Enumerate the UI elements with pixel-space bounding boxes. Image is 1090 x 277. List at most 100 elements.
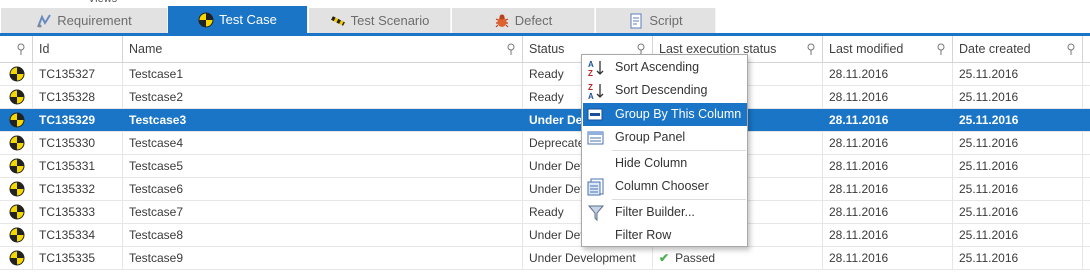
table-row[interactable]: TC135333 Testcase7 Ready 28.11.2016 25.11.20… [0,201,1090,224]
cell-text: 28.11.2016 [829,159,889,173]
cell-name: Testcase4 [123,132,523,154]
pin-icon [937,43,945,55]
cell-created: 25.11.2016 [953,63,1083,85]
menu-item-sort-descending[interactable]: Z A Sort Descending [583,79,747,102]
cell-text: Testcase7 [129,205,184,219]
cell-text: TC135330 [39,136,96,150]
cell-text: 25.11.2016 [959,136,1019,150]
column-header-name[interactable]: Name [123,36,523,62]
test-scenario-icon [330,13,346,29]
row-icon-cell [0,132,33,154]
menu-item-group-by-this-column[interactable]: Group By This Column [583,103,747,126]
cell-created: 25.11.2016 [953,247,1083,269]
column-header-last-modified[interactable]: Last modified [823,36,953,62]
pin-icon [17,43,25,55]
cell-modified: 28.11.2016 [823,155,953,177]
cell-id: TC135332 [33,178,123,200]
cell-text: Testcase5 [129,159,184,173]
test-case-icon [9,204,25,220]
cell-name: Testcase9 [123,247,523,269]
cell-text: Under Dev [529,228,587,242]
column-chooser-icon [587,178,604,196]
menu-item-filter-builder[interactable]: Filter Builder... [583,201,747,224]
cell-text: Testcase2 [129,90,184,104]
cell-id: TC135333 [33,201,123,223]
cell-text: Under Dev [529,159,587,173]
cell-text: Ready [529,90,564,104]
cell-text: 25.11.2016 [959,159,1019,173]
menu-item-filter-row[interactable]: Filter Row [583,224,747,247]
cell-created: 25.11.2016 [953,178,1083,200]
cell-id: TC135330 [33,132,123,154]
test-case-icon [9,158,25,174]
cell-id: TC135335 [33,247,123,269]
cell-name: Testcase6 [123,178,523,200]
menu-item-label: Filter Row [615,228,672,242]
menu-item-hide-column[interactable]: Hide Column [583,152,747,175]
cell-id: TC135327 [33,63,123,85]
group-panel-icon [587,131,604,145]
menu-item-label: Group By This Column [615,107,742,121]
column-header-label: Name [129,42,163,56]
cell-name: Testcase2 [123,86,523,108]
table-row[interactable]: TC135330 Testcase4 Deprecate 28.11.2016 25.1… [0,132,1090,155]
row-icon-cell [0,224,33,246]
menu-item-label: Column Chooser [615,179,709,193]
row-icon-cell [0,155,33,177]
tab-test-scenario[interactable]: Test Scenario [309,8,451,33]
tab-requirement[interactable]: Requirement [1,8,168,33]
cell-text: Testcase1 [129,67,184,81]
cell-name: Testcase3 [123,109,523,131]
test-case-icon [198,12,214,28]
cell-text: 28.11.2016 [829,182,889,196]
menu-item-group-panel[interactable]: Group Panel [583,126,747,149]
table-row[interactable]: TC135331 Testcase5 Under Dev 28.11.2016 25.1… [0,155,1090,178]
cell-modified: 28.11.2016 [823,247,953,269]
tab-test-case[interactable]: Test Case [168,6,308,33]
row-icon-cell [0,109,33,131]
menu-item-label: Sort Descending [615,83,708,97]
column-header-label: Status [529,42,565,56]
script-icon [628,13,644,29]
sort-descending-icon: Z A [588,83,604,100]
column-context-menu: A Z Sort Ascending Z A Sort Descending G… [581,54,748,247]
cell-text: Passed [675,251,716,265]
svg-text:Z: Z [588,83,593,92]
column-header-id[interactable]: Id [33,36,123,62]
pin-icon [807,43,815,55]
cell-created: 25.11.2016 [953,109,1083,131]
test-case-icon [9,66,25,82]
table-row[interactable]: TC135328 Testcase2 Ready 28.11.2016 25.11.20… [0,86,1090,109]
menu-item-sort-ascending[interactable]: A Z Sort Ascending [583,56,747,79]
requirement-icon [36,13,52,29]
svg-text:A: A [588,60,594,69]
test-case-icon [9,250,25,266]
menu-item-label: Sort Ascending [615,60,700,74]
cell-text: 28.11.2016 [829,251,889,265]
cell-last-exec: ✔ Passed [653,247,823,269]
column-header-date-created[interactable]: Date created [953,36,1083,62]
check-icon: ✔ [659,251,670,265]
cell-name: Testcase7 [123,201,523,223]
column-header-icon[interactable] [0,36,33,62]
cell-text: TC135332 [39,182,96,196]
cell-created: 25.11.2016 [953,132,1083,154]
table-row[interactable]: TC135334 Testcase8 Under Dev 28.11.2016 25.1… [0,224,1090,247]
tab-script[interactable]: Script [596,8,716,33]
menu-item-column-chooser[interactable]: Column Chooser [583,175,747,198]
menu-separator [612,199,746,200]
table-row[interactable]: TC135332 Testcase6 Under Dev 28.11.2016 25.1… [0,178,1090,201]
module-tabs: Requirement Test Case Test Scenario Defe… [0,6,1090,33]
menu-item-label: Filter Builder... [615,205,695,219]
cell-text: TC135331 [39,159,96,173]
table-row[interactable]: TC135327 Testcase1 Ready 28.11.2016 25.11.20… [0,63,1090,86]
cell-modified: 28.11.2016 [823,109,953,131]
cell-text: TC135328 [39,90,96,104]
table-row[interactable]: TC135329 Testcase3 Under Dev 28.11.2016 25.1… [0,109,1090,132]
cell-text: 25.11.2016 [959,113,1019,127]
cell-text: TC135327 [39,67,96,81]
table-row[interactable]: TC135335 Testcase9 Under Development ✔ Passe… [0,247,1090,270]
tab-defect[interactable]: Defect [452,8,595,33]
cell-text: 25.11.2016 [959,90,1019,104]
column-header-label: Id [39,42,50,56]
